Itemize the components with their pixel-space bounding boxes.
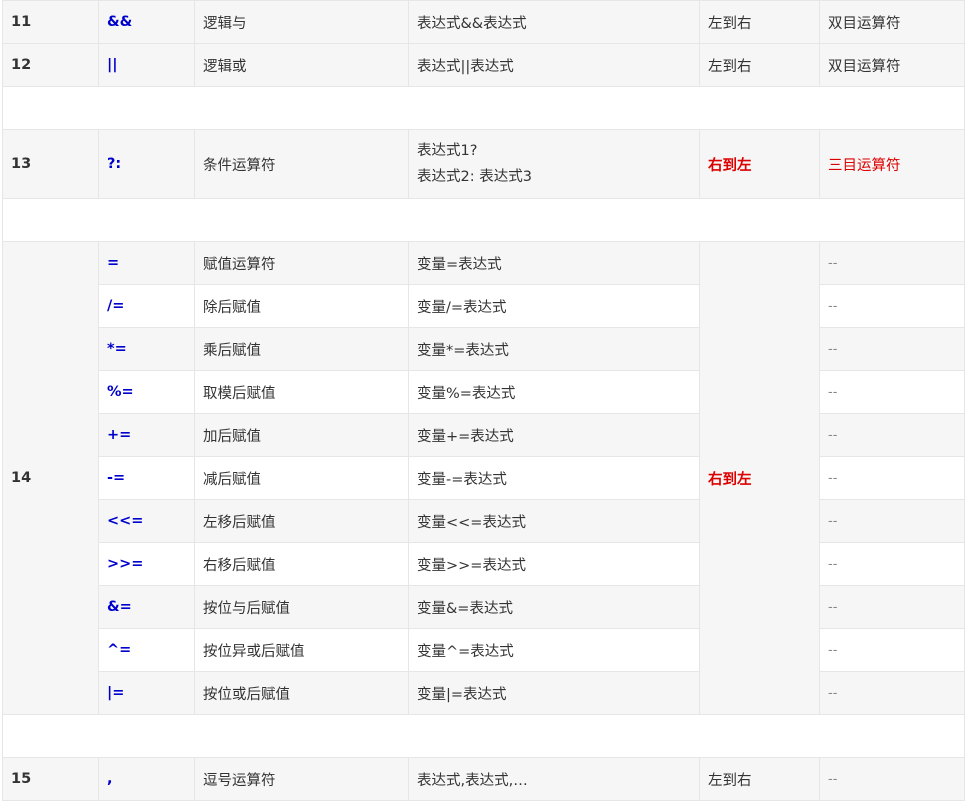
operator-name-cell: 取模后赋值 [194,370,409,414]
operator-name-cell: 条件运算符 [194,129,409,199]
note-cell: -- [819,628,965,672]
note-cell: -- [819,327,965,371]
usage-cell: 变量*=表达式 [408,327,700,371]
operator-name-cell: 乘后赋值 [194,327,409,371]
table-row: 12 || 逻辑或 表达式||表达式 左到右 双目运算符 [2,43,965,87]
table-row: 14 = 赋值运算符 变量=表达式 右到左 -- [2,241,965,715]
separator-cell [2,198,965,242]
usage-cell: 变量>>=表达式 [408,542,700,586]
usage-cell: 变量+=表达式 [408,413,700,457]
direction-cell: 左到右 [699,43,820,87]
separator-row [2,714,965,758]
table-row: %= 取模后赋值 变量%=表达式 -- [3,370,965,414]
table-row: >>= 右移后赋值 变量>>=表达式 -- [3,542,965,586]
note-cell: -- [819,284,965,328]
note-cell: 双目运算符 [819,43,965,87]
note-cell: -- [819,585,965,629]
operator-name-cell: 减后赋值 [194,456,409,500]
separator-cell [2,86,965,130]
usage-cell: 表达式,表达式,… [408,757,700,801]
precedence-cell: 13 [2,129,99,199]
note-cell: -- [819,241,965,285]
operator-cell: -= [98,456,195,500]
note-cell: -- [819,370,965,414]
operator-name-cell: 右移后赋值 [194,542,409,586]
separator-row [2,86,965,130]
operator-precedence-table: 11 && 逻辑与 表达式&&表达式 左到右 双目运算符 12 || 逻辑或 表… [2,0,965,801]
table-row: <<= 左移后赋值 变量<<=表达式 -- [3,499,965,543]
operator-cell: ^= [98,628,195,672]
usage-cell: 变量=表达式 [408,241,700,285]
note-cell: -- [819,413,965,457]
operator-name-cell: 赋值运算符 [194,241,409,285]
operator-cell: >>= [98,542,195,586]
precedence-cell: 11 [2,0,99,44]
usage-cell: 表达式||表达式 [408,43,700,87]
table-row: *= 乘后赋值 变量*=表达式 -- [3,327,965,371]
usage-cell: 变量&=表达式 [408,585,700,629]
separator-row [2,198,965,242]
usage-line-2: 表达式2: 表达式3 [417,169,532,185]
operator-name-cell: 按位或后赋值 [194,671,409,715]
usage-cell: 变量%=表达式 [408,370,700,414]
operator-name-cell: 除后赋值 [194,284,409,328]
operator-cell: += [98,413,195,457]
direction-cell: 左到右 [699,0,820,44]
table-row: 11 && 逻辑与 表达式&&表达式 左到右 双目运算符 [2,0,965,44]
table-row: /= 除后赋值 变量/=表达式 -- [3,284,965,328]
operator-cell: *= [98,327,195,371]
table-row: += 加后赋值 变量+=表达式 -- [3,413,965,457]
operator-name-cell: 逗号运算符 [194,757,409,801]
operator-cell: %= [98,370,195,414]
table-row: |= 按位或后赋值 变量|=表达式 -- [3,671,965,715]
note-cell: 三目运算符 [819,129,965,199]
usage-cell: 表达式&&表达式 [408,0,700,44]
direction-cell: 左到右 [699,757,820,801]
operator-name-cell: 逻辑与 [194,0,409,44]
operator-name-cell: 加后赋值 [194,413,409,457]
operator-name-cell: 按位与后赋值 [194,585,409,629]
precedence-cell: 15 [2,757,99,801]
usage-cell: 变量-=表达式 [408,456,700,500]
operator-name-cell: 按位异或后赋值 [194,628,409,672]
table-row: 13 ?: 条件运算符 表达式1? 表达式2: 表达式3 右到左 三目运算符 [2,129,965,199]
note-cell: -- [819,542,965,586]
precedence-cell: 14 [2,241,99,715]
note-cell: -- [819,499,965,543]
operator-cell: /= [98,284,195,328]
operator-cell: , [98,757,195,801]
operator-cell: || [98,43,195,87]
table-row: ^= 按位异或后赋值 变量^=表达式 -- [3,628,965,672]
note-cell: -- [819,671,965,715]
operator-name-cell: 左移后赋值 [194,499,409,543]
table-row: -= 减后赋值 变量-=表达式 -- [3,456,965,500]
direction-cell: 右到左 [699,241,820,715]
operator-cell: &= [98,585,195,629]
table-row: 15 , 逗号运算符 表达式,表达式,… 左到右 -- [2,757,965,801]
operator-cell: <<= [98,499,195,543]
usage-cell: 变量/=表达式 [408,284,700,328]
operator-cell: = [98,241,195,285]
precedence-cell: 12 [2,43,99,87]
note-cell: -- [819,456,965,500]
operator-cell: && [98,0,195,44]
usage-cell: 变量|=表达式 [408,671,700,715]
direction-cell: 右到左 [699,129,820,199]
operator-cell: |= [98,671,195,715]
note-cell: 双目运算符 [819,0,965,44]
usage-cell: 变量<<=表达式 [408,499,700,543]
usage-cell: 表达式1? 表达式2: 表达式3 [408,129,700,199]
note-cell: -- [819,757,965,801]
usage-line-1: 表达式1? [417,143,478,159]
operator-cell: ?: [98,129,195,199]
separator-cell [2,714,965,758]
usage-cell: 变量^=表达式 [408,628,700,672]
table-row: &= 按位与后赋值 变量&=表达式 -- [3,585,965,629]
operator-name-cell: 逻辑或 [194,43,409,87]
